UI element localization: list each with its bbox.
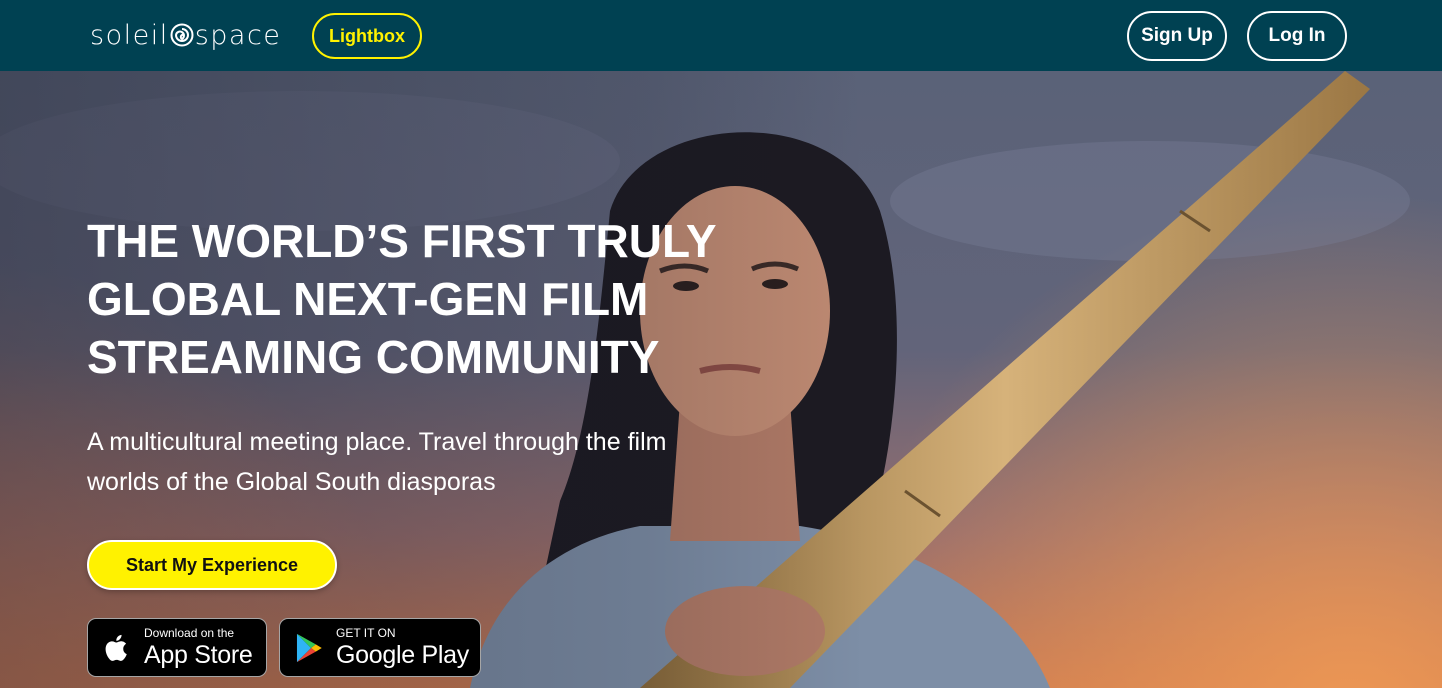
app-store-big-text: App Store [144, 641, 253, 669]
start-experience-button[interactable]: Start My Experience [87, 540, 337, 590]
google-play-small-text: GET IT ON [336, 626, 396, 640]
top-navigation-bar: soleil space Lightbox Sign Up Log In [0, 0, 1442, 71]
hero-subtitle: A multicultural meeting place. Travel th… [87, 428, 667, 496]
app-store-small-text: Download on the [144, 626, 235, 640]
hero-headline: THE WORLD’S FIRST TRULY GLOBAL NEXT-GEN … [87, 215, 716, 383]
google-play-badge[interactable]: GET IT ON Google Play [279, 618, 481, 677]
spiral-sun-icon [170, 23, 194, 47]
google-play-big-text: Google Play [336, 641, 469, 669]
app-store-badge[interactable]: Download on the App Store [87, 618, 267, 677]
sign-up-button[interactable]: Sign Up [1127, 11, 1227, 61]
soleilspace-logo[interactable]: soleil space [90, 17, 281, 53]
lightbox-button[interactable]: Lightbox [312, 13, 422, 59]
google-play-icon [296, 633, 322, 662]
logo-text-right: space [194, 19, 282, 51]
logo-text-left: soleil [90, 19, 169, 51]
apple-icon [105, 634, 127, 661]
log-in-button[interactable]: Log In [1247, 11, 1347, 61]
